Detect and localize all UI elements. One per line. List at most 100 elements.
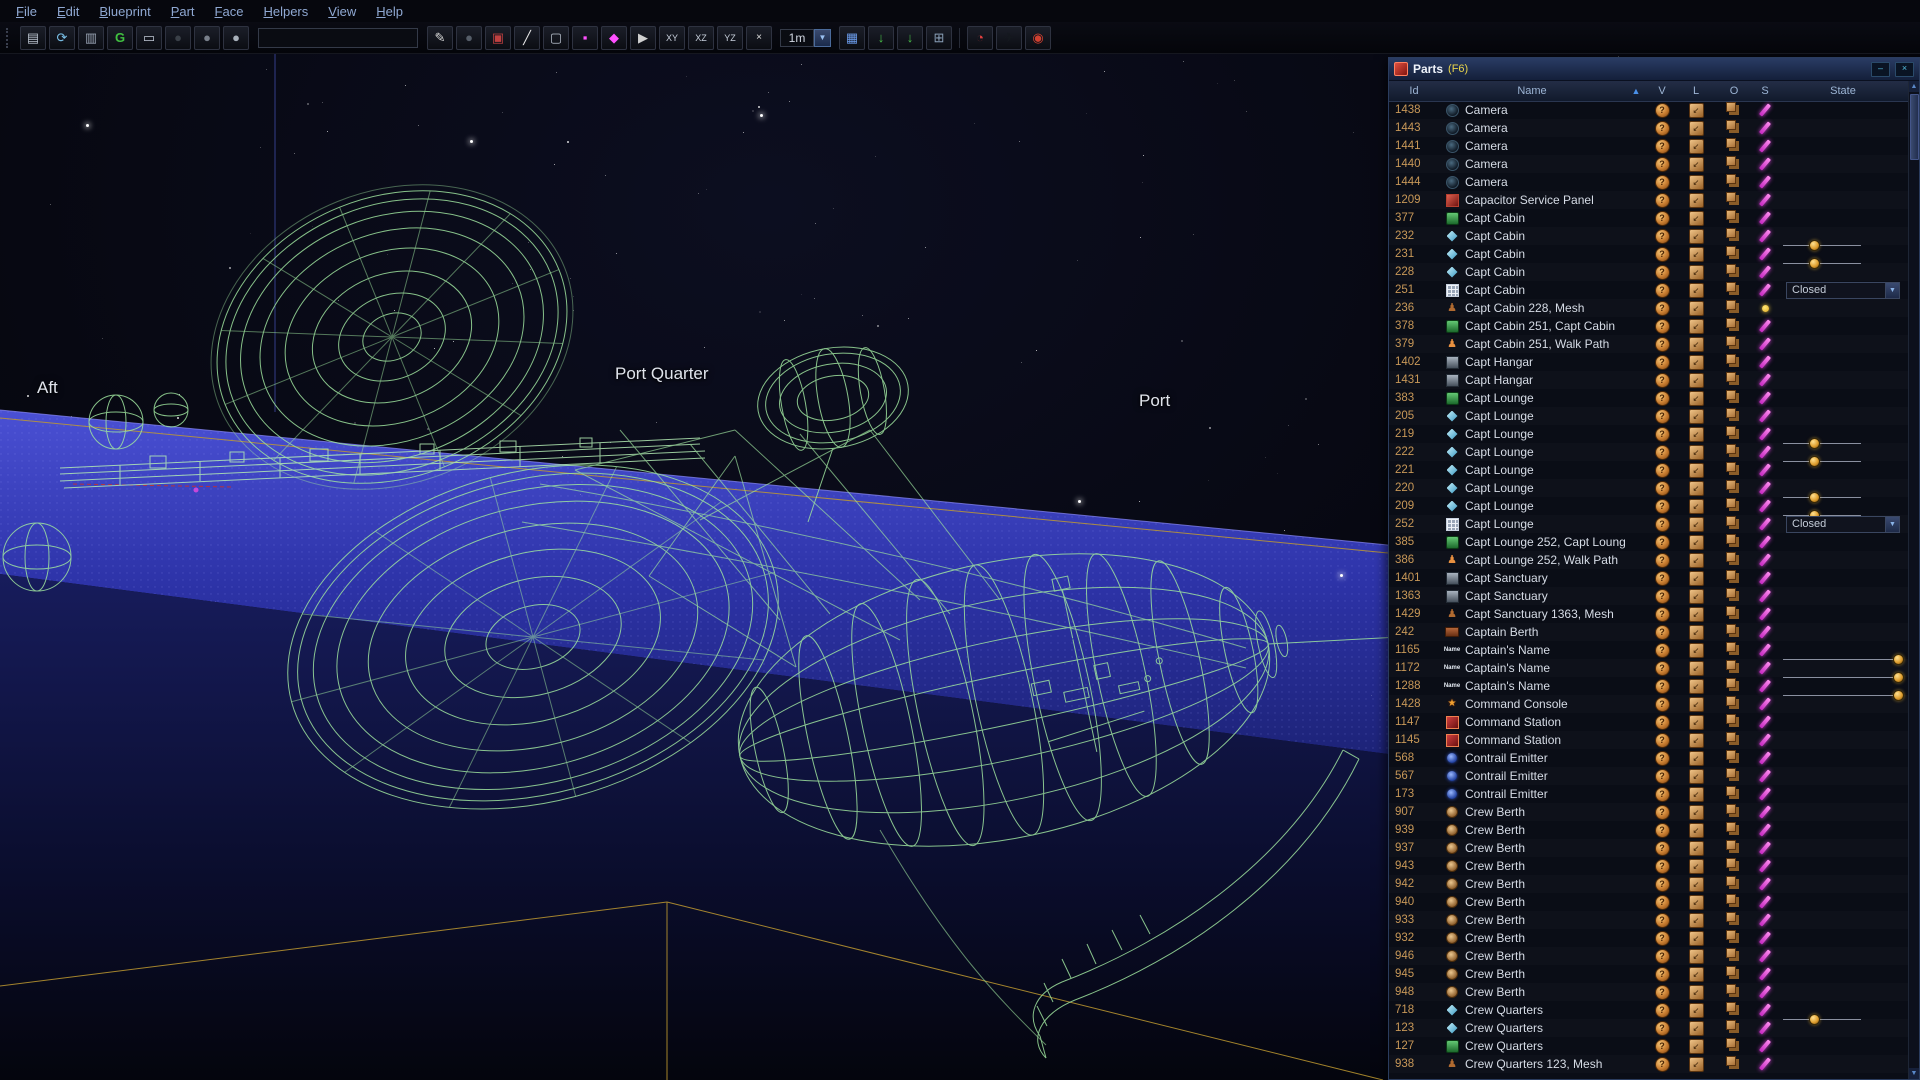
column-header-state[interactable]: State [1777, 85, 1909, 97]
v-badge-icon[interactable]: ? [1655, 1021, 1670, 1036]
sphere-dark-button[interactable]: ● [165, 26, 191, 50]
o-badge-icon[interactable] [1726, 246, 1736, 256]
v-badge-icon[interactable]: ? [1655, 895, 1670, 910]
screenshot-button[interactable]: ▭ [136, 26, 162, 50]
l-badge-icon[interactable]: ↙ [1689, 445, 1704, 460]
v-badge-icon[interactable]: ? [1655, 1003, 1670, 1018]
l-badge-icon[interactable]: ↙ [1689, 679, 1704, 694]
l-badge-icon[interactable]: ↙ [1689, 841, 1704, 856]
v-badge-icon[interactable]: ? [1655, 913, 1670, 928]
l-badge-icon[interactable]: ↙ [1689, 319, 1704, 334]
o-badge-icon[interactable] [1726, 444, 1736, 454]
v-badge-icon[interactable]: ? [1655, 229, 1670, 244]
flight-mode-button[interactable]: ✈ [996, 26, 1022, 50]
parts-row[interactable]: 1165NameCaptain's Name?↙ [1389, 641, 1909, 659]
o-badge-icon[interactable] [1726, 822, 1736, 832]
sphere-mid-button[interactable]: ● [194, 26, 220, 50]
parts-row[interactable]: 379♟Capt Cabin 251, Walk Path?↙ [1389, 335, 1909, 353]
v-badge-icon[interactable]: ? [1655, 481, 1670, 496]
parts-row[interactable]: 1431Capt Hangar?↙ [1389, 371, 1909, 389]
o-badge-icon[interactable] [1726, 606, 1736, 616]
parts-row[interactable]: 222Capt Lounge?↙ [1389, 443, 1909, 461]
parts-row[interactable]: 231Capt Cabin?↙ [1389, 245, 1909, 263]
scroll-down-icon[interactable]: ▼ [1909, 1068, 1919, 1079]
s-badge-icon[interactable] [1759, 949, 1771, 962]
pen-tool-button[interactable]: ✎ [427, 26, 453, 50]
o-badge-icon[interactable] [1726, 192, 1736, 202]
v-badge-icon[interactable]: ? [1655, 877, 1670, 892]
l-badge-icon[interactable]: ↙ [1689, 229, 1704, 244]
l-badge-icon[interactable]: ↙ [1689, 355, 1704, 370]
o-badge-icon[interactable] [1726, 696, 1736, 706]
v-badge-icon[interactable]: ? [1655, 769, 1670, 784]
pointer-tool-button[interactable]: ▶ [630, 26, 656, 50]
s-badge-icon[interactable] [1759, 859, 1771, 872]
parts-row[interactable]: 1440Camera?↙ [1389, 155, 1909, 173]
v-badge-icon[interactable]: ? [1655, 787, 1670, 802]
v-badge-icon[interactable]: ? [1655, 391, 1670, 406]
v-badge-icon[interactable]: ? [1655, 265, 1670, 280]
l-badge-icon[interactable]: ↙ [1689, 1057, 1704, 1072]
v-badge-icon[interactable]: ? [1655, 463, 1670, 478]
v-badge-icon[interactable]: ? [1655, 355, 1670, 370]
s-badge-icon[interactable] [1759, 103, 1771, 116]
parts-row[interactable]: 938♟Crew Quarters 123, Mesh?↙ [1389, 1055, 1909, 1073]
o-badge-icon[interactable] [1726, 732, 1736, 742]
slider-knob[interactable] [1893, 690, 1904, 701]
l-badge-icon[interactable]: ↙ [1689, 193, 1704, 208]
s-badge-icon[interactable] [1759, 877, 1771, 890]
s-badge-icon[interactable] [1759, 445, 1771, 458]
s-badge-icon[interactable] [1759, 931, 1771, 944]
parts-row[interactable]: 220Capt Lounge?↙ [1389, 479, 1909, 497]
parts-row[interactable]: 1402Capt Hangar?↙ [1389, 353, 1909, 371]
s-badge-icon[interactable] [1759, 193, 1771, 206]
v-badge-icon[interactable]: ? [1655, 823, 1670, 838]
s-badge-icon[interactable] [1759, 1003, 1771, 1016]
menu-face[interactable]: Face [205, 2, 254, 21]
v-badge-icon[interactable]: ? [1655, 859, 1670, 874]
s-badge-icon[interactable] [1759, 175, 1771, 188]
line-tool-button[interactable]: ╱ [514, 26, 540, 50]
v-badge-icon[interactable]: ? [1655, 193, 1670, 208]
s-badge-icon[interactable] [1759, 409, 1771, 422]
s-badge-icon[interactable] [1759, 1021, 1771, 1034]
s-badge-icon[interactable] [1759, 841, 1771, 854]
menu-helpers[interactable]: Helpers [253, 2, 318, 21]
parts-row[interactable]: 948Crew Berth?↙ [1389, 983, 1909, 1001]
v-badge-icon[interactable]: ? [1655, 643, 1670, 658]
l-badge-icon[interactable]: ↙ [1689, 805, 1704, 820]
s-badge-icon[interactable] [1759, 229, 1771, 242]
s-badge-icon[interactable] [1759, 985, 1771, 998]
s-badge-icon[interactable] [1759, 535, 1771, 548]
l-badge-icon[interactable]: ↙ [1689, 949, 1704, 964]
parts-row[interactable]: 386♟Capt Lounge 252, Walk Path?↙ [1389, 551, 1909, 569]
s-badge-icon[interactable] [1759, 463, 1771, 476]
o-badge-icon[interactable] [1726, 228, 1736, 238]
o-badge-icon[interactable] [1726, 948, 1736, 958]
import-button[interactable]: ▥ [78, 26, 104, 50]
s-badge-icon[interactable] [1759, 823, 1771, 836]
o-badge-icon[interactable] [1726, 786, 1736, 796]
o-badge-icon[interactable] [1726, 1056, 1736, 1066]
l-badge-icon[interactable]: ↙ [1689, 733, 1704, 748]
o-badge-icon[interactable] [1726, 156, 1736, 166]
menu-view[interactable]: View [318, 2, 366, 21]
o-badge-icon[interactable] [1726, 534, 1736, 544]
slider-knob[interactable] [1809, 1014, 1820, 1025]
state-dropdown[interactable]: Closed▼ [1786, 516, 1900, 533]
v-badge-icon[interactable]: ? [1655, 283, 1670, 298]
o-badge-icon[interactable] [1726, 552, 1736, 562]
o-badge-icon[interactable] [1726, 642, 1736, 652]
l-badge-icon[interactable]: ↙ [1689, 643, 1704, 658]
o-badge-icon[interactable] [1726, 354, 1736, 364]
v-badge-icon[interactable]: ? [1655, 805, 1670, 820]
l-badge-icon[interactable]: ↙ [1689, 877, 1704, 892]
l-badge-icon[interactable]: ↙ [1689, 373, 1704, 388]
snap-x-button[interactable]: × [746, 26, 772, 50]
chevron-down-icon[interactable]: ▼ [814, 29, 831, 47]
l-badge-icon[interactable]: ↙ [1689, 823, 1704, 838]
parts-row[interactable]: 1401Capt Sanctuary?↙ [1389, 569, 1909, 587]
v-badge-icon[interactable]: ? [1655, 175, 1670, 190]
parts-row[interactable]: 1441Camera?↙ [1389, 137, 1909, 155]
v-badge-icon[interactable]: ? [1655, 589, 1670, 604]
